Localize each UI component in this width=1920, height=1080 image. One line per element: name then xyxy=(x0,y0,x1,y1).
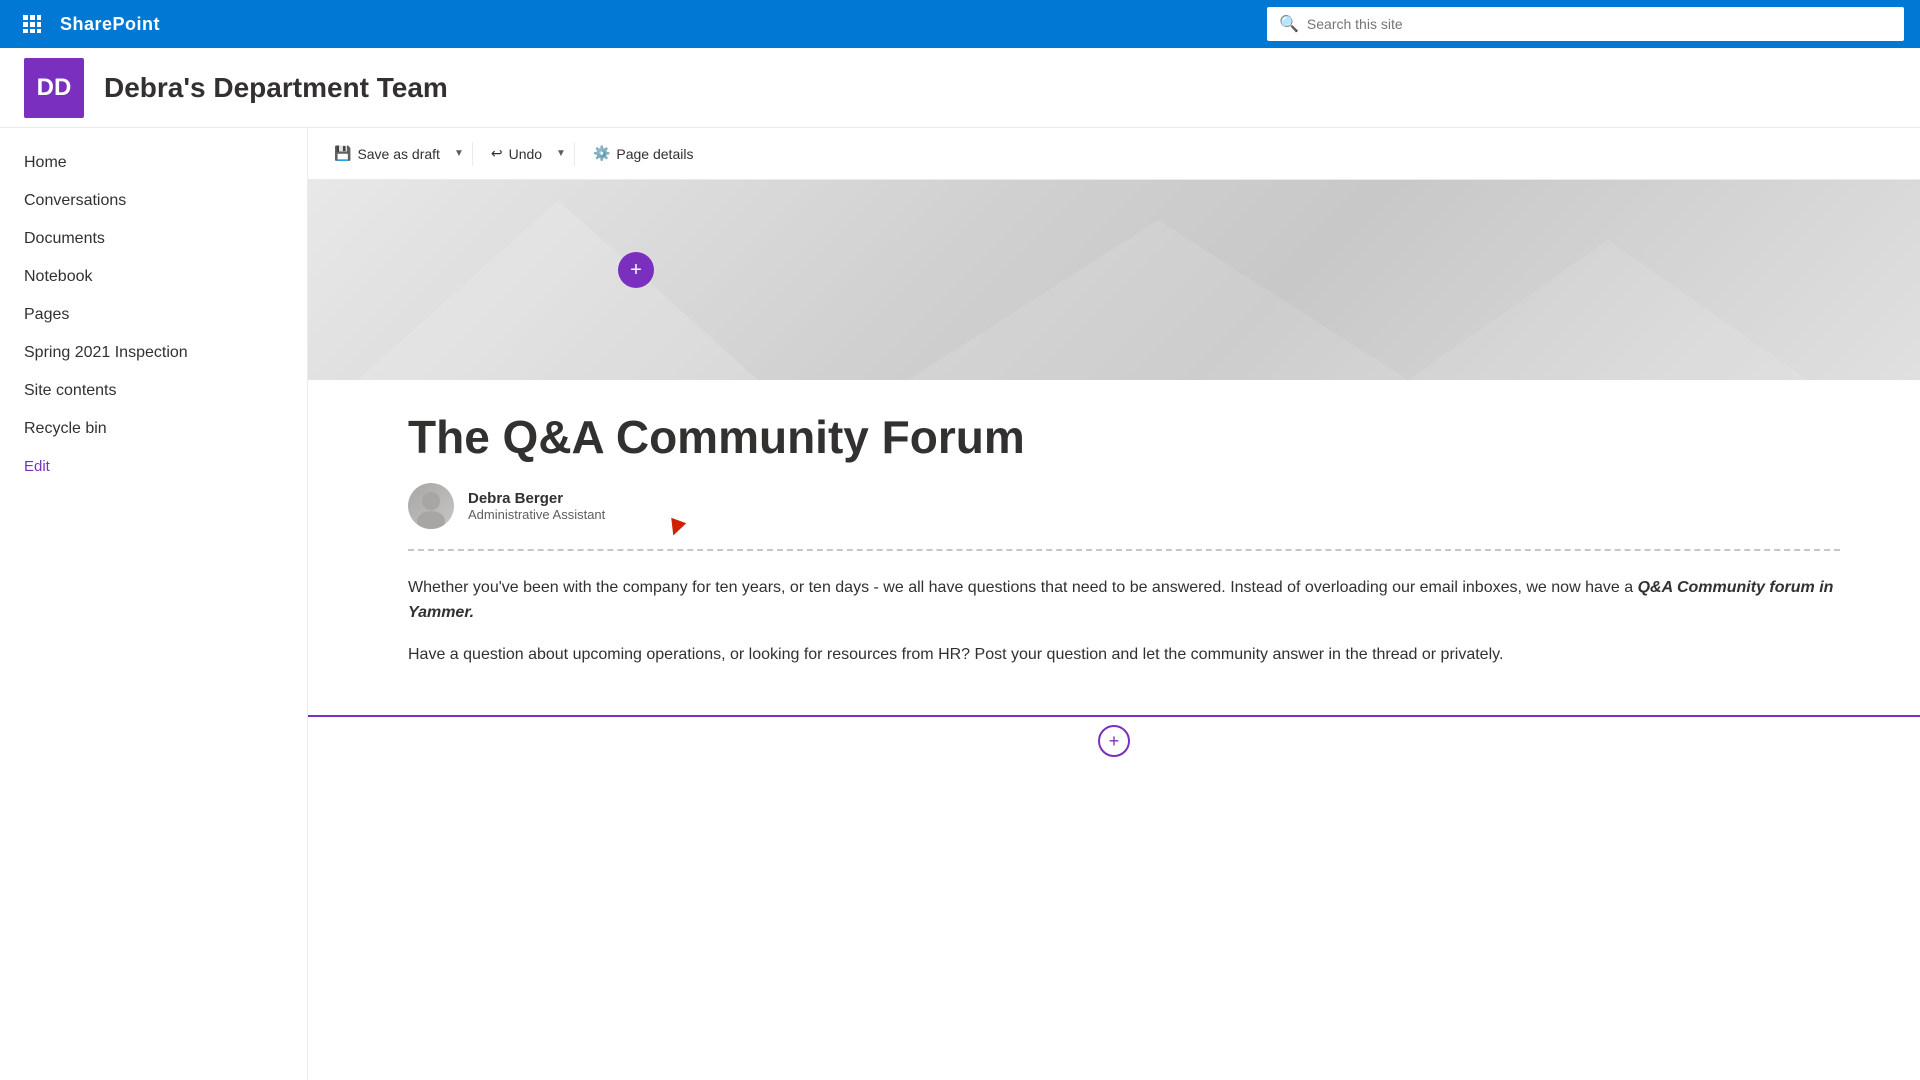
sidebar-item-spring-inspection[interactable]: Spring 2021 Inspection xyxy=(0,334,307,372)
toolbar: 💾 Save as draft ▼ ↩ Undo ▼ ⚙️ Page detai… xyxy=(308,128,1920,180)
search-icon: 🔍 xyxy=(1279,14,1299,34)
site-title: Debra's Department Team xyxy=(104,72,448,104)
undo-icon: ↩ xyxy=(491,145,503,162)
hero-shape-1 xyxy=(358,200,758,380)
author-name: Debra Berger xyxy=(468,490,605,507)
author-role: Administrative Assistant xyxy=(468,507,605,522)
site-logo: DD xyxy=(24,58,84,118)
toolbar-divider-2 xyxy=(574,142,575,166)
sidebar-item-conversations[interactable]: Conversations xyxy=(0,182,307,220)
avatar-image xyxy=(408,483,454,529)
undo-chevron-icon[interactable]: ▼ xyxy=(556,148,566,159)
article-paragraph-1: Whether you've been with the company for… xyxy=(408,575,1840,626)
content-area: 💾 Save as draft ▼ ↩ Undo ▼ ⚙️ Page detai… xyxy=(308,128,1920,1080)
hero-image xyxy=(308,180,1920,380)
main-layout: Home Conversations Documents Notebook Pa… xyxy=(0,128,1920,1080)
save-icon: 💾 xyxy=(334,145,351,162)
sidebar-item-pages[interactable]: Pages xyxy=(0,296,307,334)
hero-shape-3 xyxy=(1408,240,1808,380)
article-title: The Q&A Community Forum xyxy=(408,412,1840,463)
bottom-section-area: + xyxy=(308,715,1920,765)
avatar xyxy=(408,483,454,529)
sidebar-item-documents[interactable]: Documents xyxy=(0,220,307,258)
site-header: DD Debra's Department Team xyxy=(0,48,1920,128)
save-draft-chevron-icon[interactable]: ▼ xyxy=(454,148,464,159)
waffle-menu-icon[interactable] xyxy=(16,8,48,40)
article-body: The Q&A Community Forum Debra Berger Adm… xyxy=(308,380,1920,715)
sidebar-item-home[interactable]: Home xyxy=(0,144,307,182)
article-paragraph-2: Have a question about upcoming operation… xyxy=(408,642,1840,668)
search-input[interactable] xyxy=(1307,16,1892,32)
save-draft-label: Save as draft xyxy=(357,146,440,162)
top-navigation: SharePoint 🔍 xyxy=(0,0,1920,48)
sharepoint-logo: SharePoint xyxy=(60,14,160,35)
sidebar-item-recycle-bin[interactable]: Recycle bin xyxy=(0,410,307,448)
add-section-button-top[interactable]: + xyxy=(618,252,654,288)
save-draft-button[interactable]: 💾 Save as draft xyxy=(324,139,450,168)
page-details-button[interactable]: ⚙️ Page details xyxy=(583,139,704,168)
hero-shape-2 xyxy=(908,220,1408,380)
sidebar-item-site-contents[interactable]: Site contents xyxy=(0,372,307,410)
page-content: + The Q&A Community Forum xyxy=(308,180,1920,1080)
page-details-label: Page details xyxy=(616,146,693,162)
author-row: Debra Berger Administrative Assistant xyxy=(408,483,1840,551)
sidebar-item-edit[interactable]: Edit xyxy=(0,448,307,485)
add-section-button-bottom[interactable]: + xyxy=(1098,725,1130,757)
toolbar-divider-1 xyxy=(472,142,473,166)
sidebar: Home Conversations Documents Notebook Pa… xyxy=(0,128,308,1080)
undo-button[interactable]: ↩ Undo xyxy=(481,139,552,168)
undo-label: Undo xyxy=(509,146,542,162)
gear-icon: ⚙️ xyxy=(593,145,610,162)
search-box[interactable]: 🔍 xyxy=(1267,7,1904,41)
author-info: Debra Berger Administrative Assistant xyxy=(468,490,605,522)
sidebar-item-notebook[interactable]: Notebook xyxy=(0,258,307,296)
